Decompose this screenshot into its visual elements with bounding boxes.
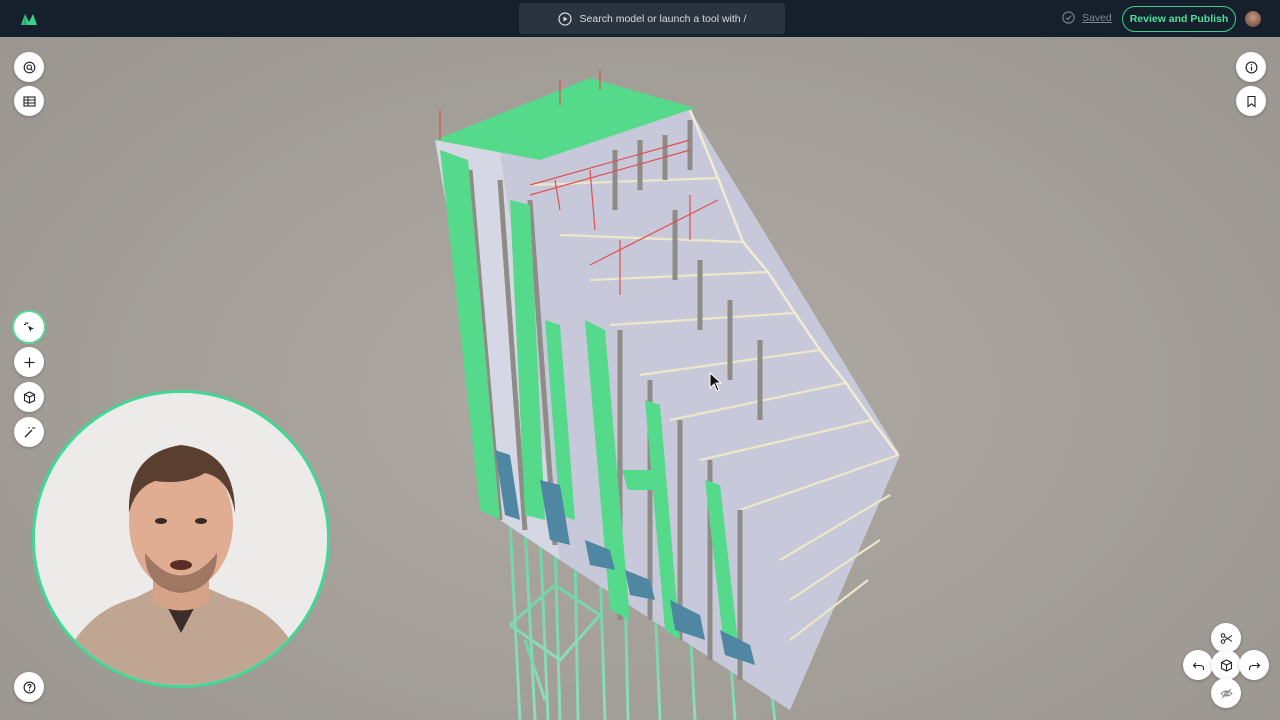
review-and-publish-button[interactable]: Review and Publish — [1122, 6, 1236, 32]
undo-icon — [1192, 662, 1204, 670]
top-bar: Search model or launch a tool with / Sav… — [0, 0, 1280, 37]
magic-wand-icon — [24, 426, 35, 437]
visibility-toggle-button[interactable] — [1211, 678, 1241, 708]
redo-button[interactable] — [1239, 650, 1269, 680]
bookmark-icon — [1246, 95, 1256, 108]
help-icon — [23, 681, 35, 693]
redo-icon — [1248, 662, 1260, 670]
mouse-cursor-icon — [709, 372, 723, 392]
view-cube-button[interactable] — [1211, 650, 1241, 680]
magic-tool-button[interactable] — [14, 417, 44, 447]
table-view-button[interactable] — [14, 86, 44, 116]
find-button[interactable] — [14, 52, 44, 82]
add-element-button[interactable] — [14, 347, 44, 377]
search-icon — [23, 61, 35, 73]
presenter-figure — [35, 393, 327, 685]
eye-off-icon — [1219, 688, 1233, 698]
bookmark-button[interactable] — [1236, 86, 1266, 116]
plus-icon — [24, 357, 34, 367]
model-objects-button[interactable] — [14, 382, 44, 412]
play-circle-icon — [557, 11, 572, 26]
info-icon — [1245, 61, 1257, 73]
select-tool-button[interactable] — [14, 312, 44, 342]
user-avatar[interactable] — [1245, 11, 1261, 27]
search-input[interactable]: Search model or launch a tool with / — [519, 3, 785, 34]
info-button[interactable] — [1236, 52, 1266, 82]
section-cut-button[interactable] — [1211, 623, 1241, 653]
select-cursor-icon — [23, 321, 34, 332]
saved-label: Saved — [1082, 11, 1112, 24]
help-button[interactable] — [14, 672, 44, 702]
scissors-icon — [1220, 632, 1232, 644]
check-circle-icon — [1062, 11, 1075, 24]
undo-button[interactable] — [1183, 650, 1213, 680]
save-status: Saved — [1062, 11, 1112, 24]
presenter-webcam — [32, 390, 330, 688]
box-cube-icon — [23, 390, 35, 404]
app-logo-icon[interactable] — [20, 10, 38, 28]
cube-icon — [1220, 658, 1232, 672]
table-icon — [22, 95, 36, 107]
search-placeholder: Search model or launch a tool with / — [579, 12, 747, 25]
